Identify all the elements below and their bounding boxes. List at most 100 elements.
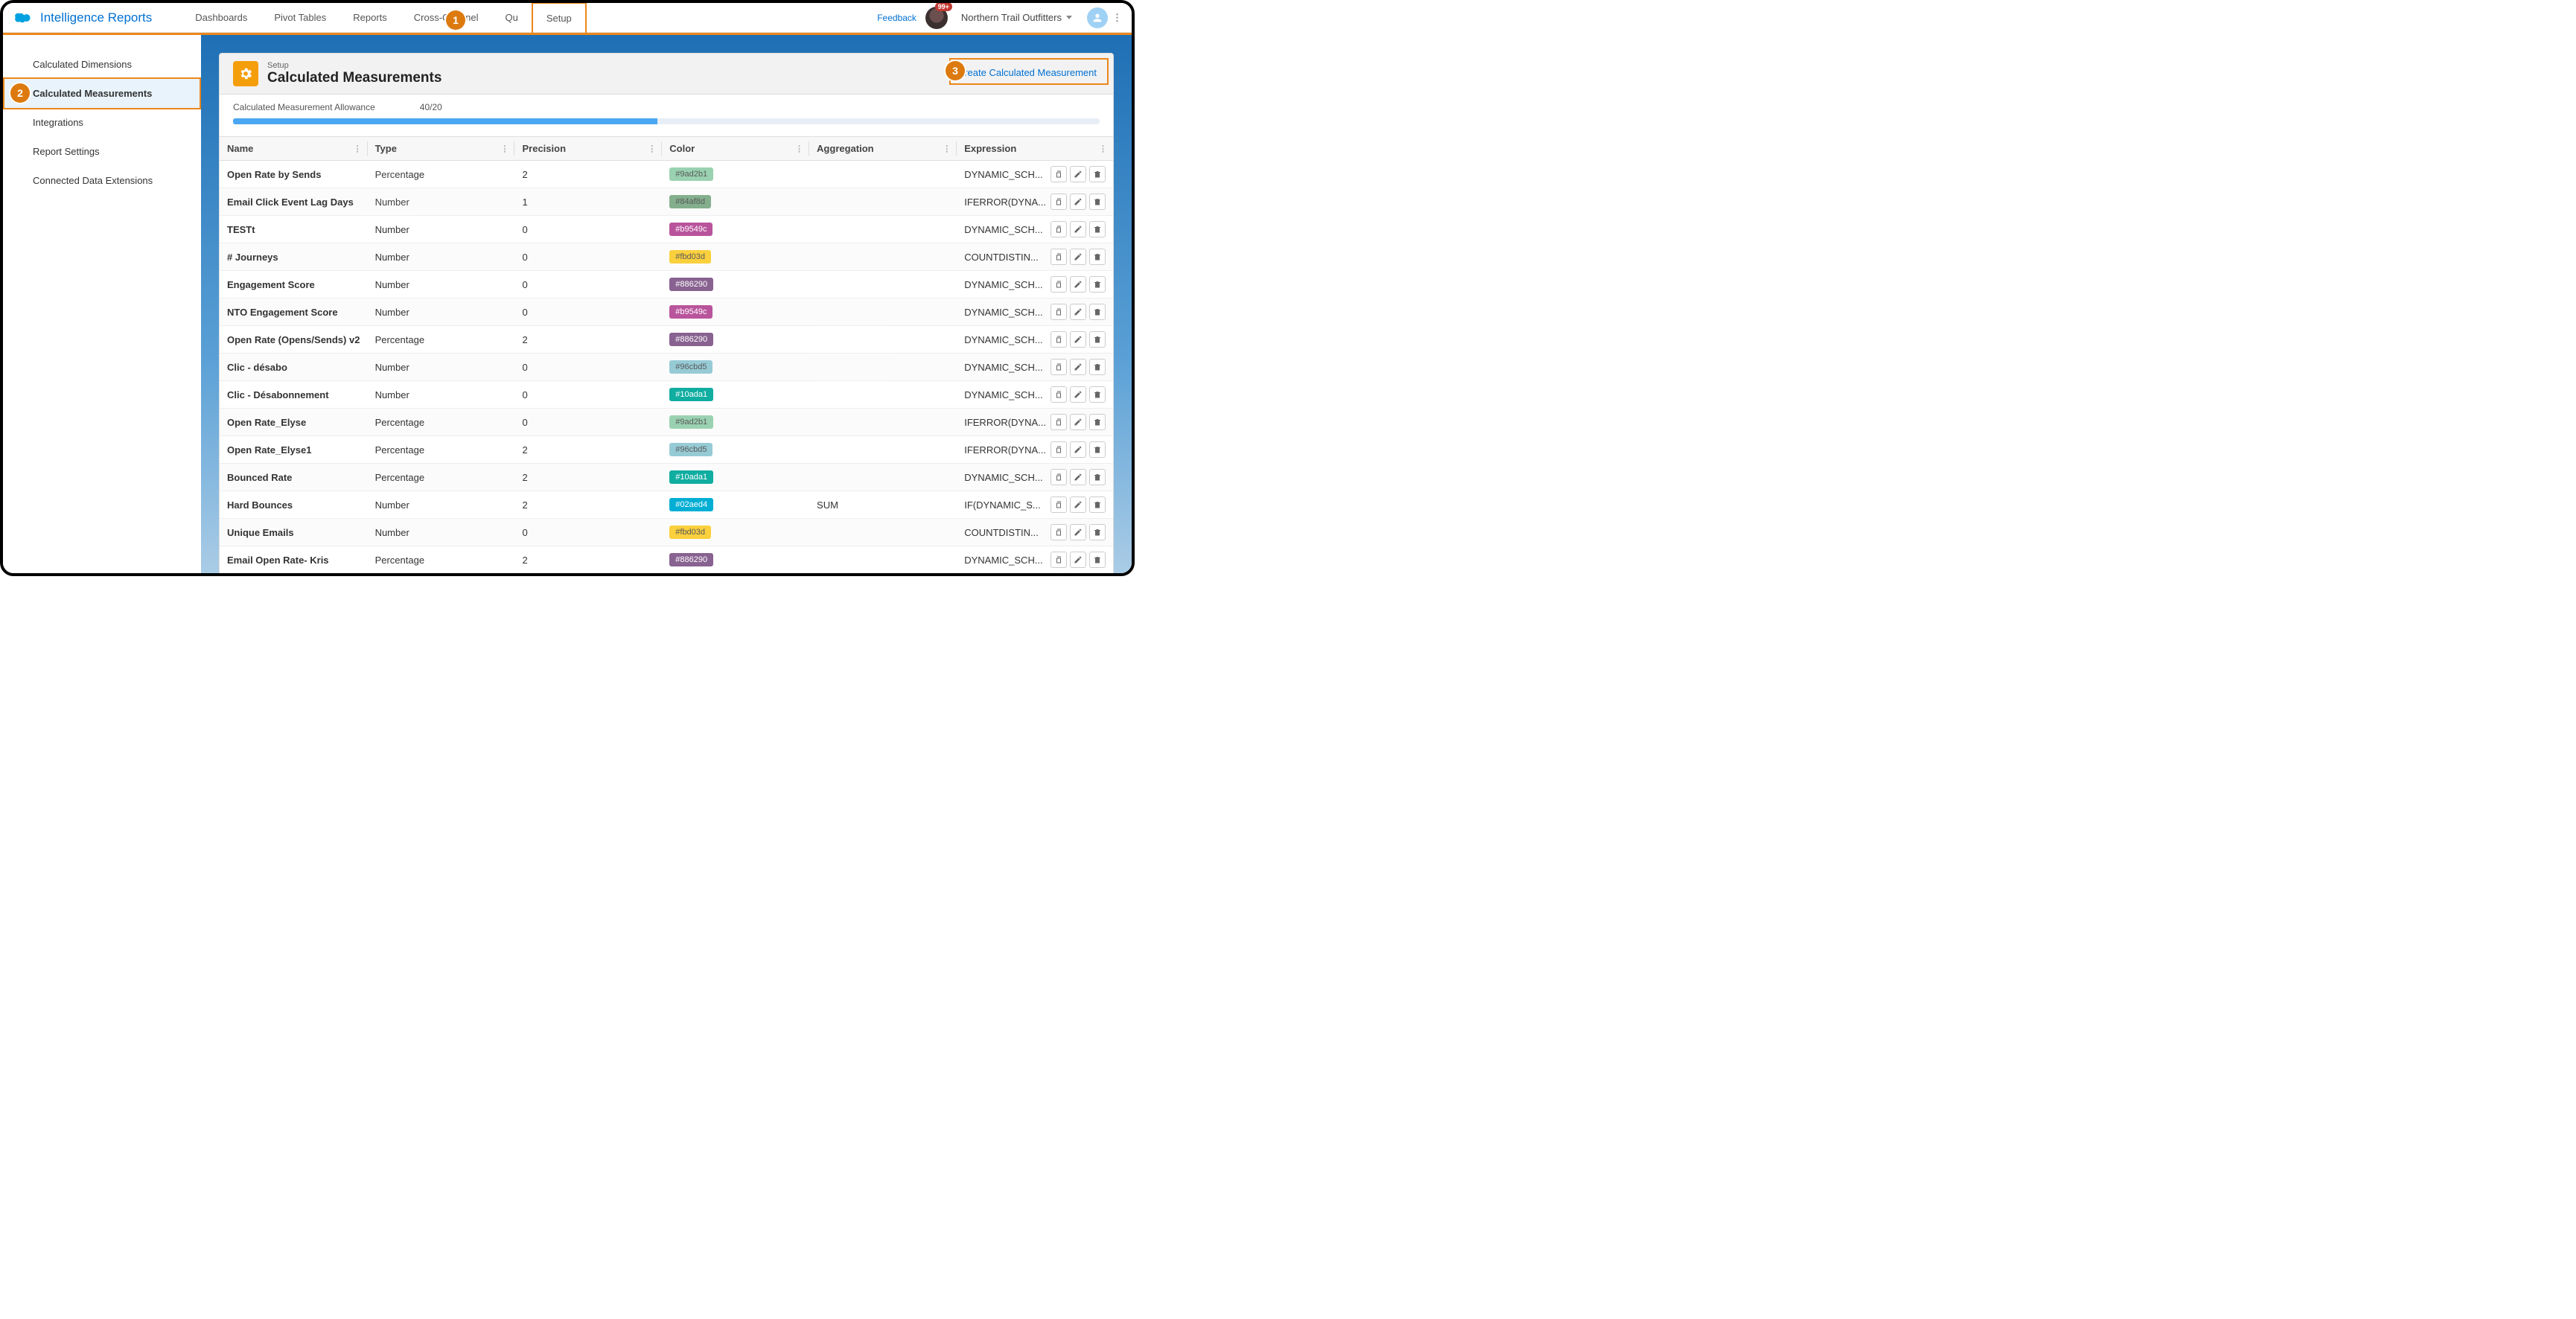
delete-button[interactable] [1089,552,1106,568]
expression-text: DYNAMIC_SCH... [964,279,1042,290]
column-header[interactable]: Name⋮ [220,137,368,161]
cell-precision: 1 [514,188,662,216]
column-header[interactable]: Precision⋮ [514,137,662,161]
nav-dashboards[interactable]: Dashboards [182,3,261,33]
sidebar-item-integrations[interactable]: Integrations [3,108,201,137]
edit-button[interactable] [1070,386,1086,403]
nav-reports[interactable]: Reports [339,3,401,33]
delete-button[interactable] [1089,469,1106,485]
duplicate-button[interactable] [1051,496,1067,513]
table-row: Email Open Rate- KrisPercentage2#886290 … [220,546,1113,574]
edit-button[interactable] [1070,441,1086,458]
edit-button[interactable] [1070,276,1086,293]
duplicate-button[interactable] [1051,359,1067,375]
delete-button[interactable] [1089,304,1106,320]
nav-setup[interactable]: Setup [532,2,587,33]
callout-1: 1 [446,10,465,30]
edit-button[interactable] [1070,552,1086,568]
cell-expression: DYNAMIC_SCH... [957,271,1113,298]
create-measurement-link[interactable]: Create Calculated Measurement [951,64,1103,81]
duplicate-button[interactable] [1051,221,1067,237]
duplicate-button[interactable] [1051,194,1067,210]
duplicate-button[interactable] [1051,304,1067,320]
delete-button[interactable] [1089,276,1106,293]
duplicate-button[interactable] [1051,524,1067,540]
cell-name: Bounced Rate [220,464,368,491]
expression-text: DYNAMIC_SCH... [964,169,1042,180]
cell-precision: 0 [514,381,662,409]
sidebar-item-report-settings[interactable]: Report Settings [3,137,201,166]
sidebar-item-calc-dimensions[interactable]: Calculated Dimensions [3,50,201,79]
table-row: Unique EmailsNumber0#fbd03d COUNTDISTIN.… [220,519,1113,546]
edit-button[interactable] [1070,496,1086,513]
allowance-panel: Calculated Measurement Allowance 40/20 [219,95,1114,137]
notifications-button[interactable]: 99+ [925,7,948,29]
delete-button[interactable] [1089,166,1106,182]
edit-button[interactable] [1070,304,1086,320]
cell-precision: 0 [514,519,662,546]
delete-button[interactable] [1089,194,1106,210]
sidebar-item-connected-de[interactable]: Connected Data Extensions [3,166,201,195]
duplicate-button[interactable] [1051,249,1067,265]
column-header[interactable]: Aggregation⋮ [809,137,957,161]
sidebar: Calculated Dimensions Calculated Measure… [3,35,201,573]
more-menu[interactable]: ⋮ [1112,12,1123,24]
org-switcher[interactable]: Northern Trail Outfitters [961,12,1062,23]
delete-button[interactable] [1089,359,1106,375]
user-avatar[interactable] [1087,7,1108,28]
nav-query[interactable]: Qu [491,3,531,33]
table-row: NTO Engagement ScoreNumber0#b9549c DYNAM… [220,298,1113,326]
edit-button[interactable] [1070,414,1086,430]
delete-button[interactable] [1089,386,1106,403]
duplicate-button[interactable] [1051,276,1067,293]
table-row: Hard BouncesNumber2#02aed4SUM IF(DYNAMIC… [220,491,1113,519]
edit-button[interactable] [1070,331,1086,348]
edit-button[interactable] [1070,221,1086,237]
delete-button[interactable] [1089,524,1106,540]
duplicate-button[interactable] [1051,441,1067,458]
nav-pivot-tables[interactable]: Pivot Tables [261,3,339,33]
column-menu-icon[interactable]: ⋮ [648,144,656,153]
expression-text: COUNTDISTIN... [964,252,1039,263]
duplicate-button[interactable] [1051,386,1067,403]
cell-aggregation [809,216,957,243]
column-header[interactable]: Expression⋮ [957,137,1113,161]
duplicate-button[interactable] [1051,414,1067,430]
edit-button[interactable] [1070,524,1086,540]
duplicate-button[interactable] [1051,469,1067,485]
sidebar-item-calc-measurements[interactable]: Calculated Measurements [3,77,201,109]
duplicate-button[interactable] [1051,552,1067,568]
delete-button[interactable] [1089,496,1106,513]
duplicate-button[interactable] [1051,331,1067,348]
cell-color: #b9549c [662,216,809,243]
edit-button[interactable] [1070,249,1086,265]
edit-button[interactable] [1070,166,1086,182]
cell-type: Number [368,243,515,271]
column-header[interactable]: Color⋮ [662,137,809,161]
column-menu-icon[interactable]: ⋮ [1099,144,1107,153]
edit-button[interactable] [1070,194,1086,210]
expression-text: DYNAMIC_SCH... [964,389,1042,400]
expression-text: IF(DYNAMIC_S... [964,499,1041,511]
delete-button[interactable] [1089,441,1106,458]
column-menu-icon[interactable]: ⋮ [354,144,362,153]
delete-button[interactable] [1089,331,1106,348]
expression-text: IFERROR(DYNA... [964,197,1046,208]
cell-aggregation [809,354,957,381]
column-menu-icon[interactable]: ⋮ [943,144,951,153]
edit-button[interactable] [1070,469,1086,485]
color-chip: #96cbd5 [669,360,712,374]
cell-type: Number [368,298,515,326]
delete-button[interactable] [1089,414,1106,430]
progress-fill [233,118,657,124]
edit-button[interactable] [1070,359,1086,375]
column-menu-icon[interactable]: ⋮ [795,144,803,153]
delete-button[interactable] [1089,221,1106,237]
column-menu-icon[interactable]: ⋮ [500,144,508,153]
column-header[interactable]: Type⋮ [368,137,515,161]
feedback-link[interactable]: Feedback [877,13,916,23]
cell-expression: DYNAMIC_SCH... [957,298,1113,326]
delete-button[interactable] [1089,249,1106,265]
cell-type: Percentage [368,326,515,354]
duplicate-button[interactable] [1051,166,1067,182]
